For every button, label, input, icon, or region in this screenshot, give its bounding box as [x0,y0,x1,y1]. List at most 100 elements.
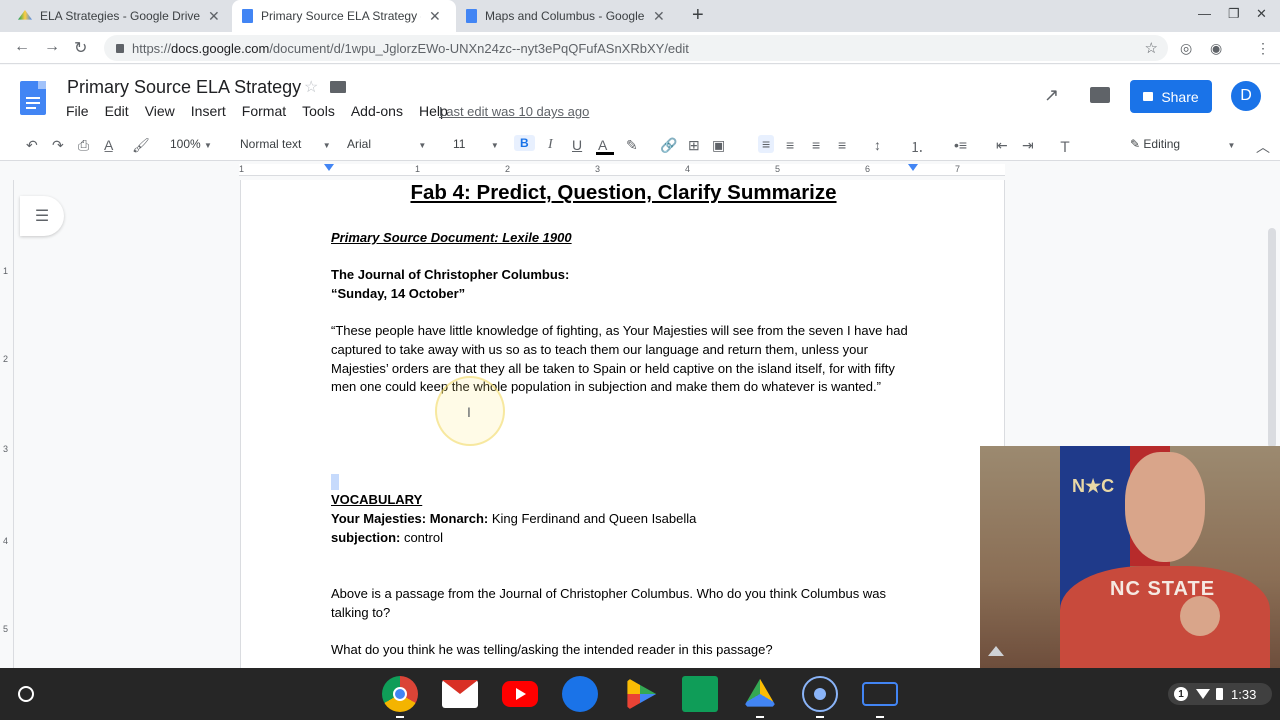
last-edit-link[interactable]: Last edit was 10 days ago [439,104,589,119]
close-icon[interactable]: ✕ [208,8,220,25]
chrome-menu-icon[interactable]: ⋮ [1256,40,1270,57]
menu-format[interactable]: Format [242,103,286,119]
spellcheck-icon[interactable]: A̲ [104,137,113,153]
paint-format-icon[interactable]: 🖌 [132,137,150,154]
chevron-down-icon: ▼ [204,141,212,150]
document-title[interactable]: Primary Source ELA Strategy [67,77,301,98]
new-tab-button[interactable]: + [692,4,704,27]
document-outline-icon[interactable]: ☰ [20,196,64,236]
avatar[interactable]: D [1231,81,1261,111]
ruler-number: 1 [415,164,421,174]
font-select[interactable]: Arial ▼ [347,137,426,151]
chevron-down-icon: ▼ [418,141,427,150]
menu-insert[interactable]: Insert [191,103,226,119]
close-icon[interactable]: ✕ [429,8,441,25]
activity-trend-icon[interactable]: ↗ [1044,85,1059,106]
ruler-number: 7 [955,164,961,174]
link-icon[interactable]: 🔗 [660,137,677,154]
comment-icon[interactable] [1090,87,1110,103]
screencast-app-icon[interactable] [862,682,898,706]
menu-view[interactable]: View [145,103,175,119]
style-select[interactable]: Normal text ▼ [240,137,331,151]
play-store-app-icon[interactable] [627,677,657,711]
font-size-select[interactable]: 11 ▼ [453,137,499,151]
align-center-icon[interactable]: ≡ [786,137,794,153]
classroom-app-icon[interactable] [682,676,718,712]
record-dot [814,688,826,700]
bookmark-star-icon[interactable]: ☆ [1145,39,1158,57]
clear-formatting-icon[interactable]: Ｔ [1058,137,1072,157]
collapse-arrow-icon[interactable] [988,646,1004,656]
line-spacing-icon[interactable]: ↕ [874,137,881,153]
reload-icon[interactable]: ↻ [74,38,87,58]
right-indent-marker[interactable] [908,164,918,171]
bulleted-list-icon[interactable]: •≡ [954,137,967,153]
redo-icon[interactable]: ↷ [52,137,64,154]
vocab-item: subjection: control [331,529,921,548]
justify-icon[interactable]: ≡ [838,137,846,153]
horizontal-ruler[interactable]: 1 1 2 3 4 5 6 7 [239,164,1005,176]
text-color-button[interactable]: A [598,137,607,153]
numbered-list-icon[interactable]: ⒈ [910,137,924,157]
italic-button[interactable]: I [548,137,553,153]
underline-button[interactable]: U [572,137,582,153]
align-right-icon[interactable]: ≡ [812,137,820,153]
google-drive-app-icon[interactable] [743,678,777,707]
google-docs-logo-icon[interactable] [20,81,46,115]
extension-icon[interactable]: ◉ [1210,40,1222,57]
decrease-indent-icon[interactable]: ⇤ [996,137,1008,154]
share-button[interactable]: Share [1130,80,1212,113]
highlight-icon[interactable]: ✎ [626,137,638,154]
tab-primary-source[interactable]: Primary Source ELA Strategy - G ✕ [232,0,456,32]
gmail-app-icon[interactable] [442,680,478,708]
launcher-icon[interactable] [18,686,34,702]
increase-indent-icon[interactable]: ⇥ [1022,137,1034,154]
ruler-number: 2 [3,354,9,364]
screen-recorder-app-icon[interactable] [802,676,838,712]
align-left-icon[interactable]: ≡ [758,135,775,153]
document-page[interactable]: Fab 4: Predict, Question, Clarify Summar… [240,180,1005,668]
notification-count: 1 [1174,687,1188,701]
window-close-icon[interactable]: ✕ [1256,6,1267,22]
youtube-app-icon[interactable] [502,681,538,707]
editing-mode-select[interactable]: ✎ Editing ▼ [1130,137,1235,151]
left-indent-marker[interactable] [324,164,334,171]
ruler-number: 5 [775,164,781,174]
maximize-icon[interactable]: ❐ [1228,6,1240,22]
status-tray[interactable]: 1 1:33 [1168,683,1272,705]
chevron-up-icon[interactable]: ︿ [1256,137,1270,157]
zoom-select[interactable]: 100% ▼ [170,137,212,151]
vocab-item: Your Majesties: Monarch: King Ferdinand … [331,510,921,529]
add-comment-icon[interactable]: ⊞ [688,137,700,154]
messages-app-icon[interactable] [562,676,598,712]
menu-edit[interactable]: Edit [105,103,129,119]
ruler-area: 1 1 2 3 4 5 6 7 [0,162,1280,178]
tab-maps-columbus[interactable]: Maps and Columbus - Google D ✕ [456,0,680,32]
star-icon[interactable]: ☆ [304,77,318,97]
undo-icon[interactable]: ↶ [26,137,38,154]
menu-tools[interactable]: Tools [302,103,335,119]
webcam-overlay: N★C NC STATE [980,446,1280,668]
print-icon[interactable]: ⎙ [78,137,89,154]
minimize-icon[interactable]: — [1198,6,1211,21]
format-toolbar: ↶ ↷ ⎙ A̲ 🖌 100% ▼ Normal text ▼ Arial ▼ … [0,129,1280,161]
menu-addons[interactable]: Add-ons [351,103,403,119]
gmail-envelope [442,680,478,694]
tab-title: Maps and Columbus - Google D [485,9,645,23]
browser-toolbar: ← → ↻ https://docs.google.com/document/d… [0,32,1280,64]
vertical-scrollbar[interactable] [1268,228,1276,448]
back-icon[interactable]: ← [14,38,30,56]
chrome-app-icon[interactable] [382,676,418,712]
forward-icon[interactable]: → [44,38,60,56]
folder-icon[interactable] [330,81,346,93]
insert-image-icon[interactable]: ▣ [712,137,725,154]
menu-file[interactable]: File [66,103,89,119]
running-indicator [816,716,824,718]
address-bar[interactable]: https://docs.google.com/document/d/1wpu_… [104,35,1168,61]
close-icon[interactable]: ✕ [653,8,665,25]
chrome-center [393,687,407,701]
bold-button[interactable]: B [514,135,535,151]
tab-ela-strategies[interactable]: ELA Strategies - Google Drive ✕ [8,0,232,32]
question-1: Above is a passage from the Journal of C… [331,586,886,620]
extension-icon[interactable]: ◎ [1180,40,1192,57]
